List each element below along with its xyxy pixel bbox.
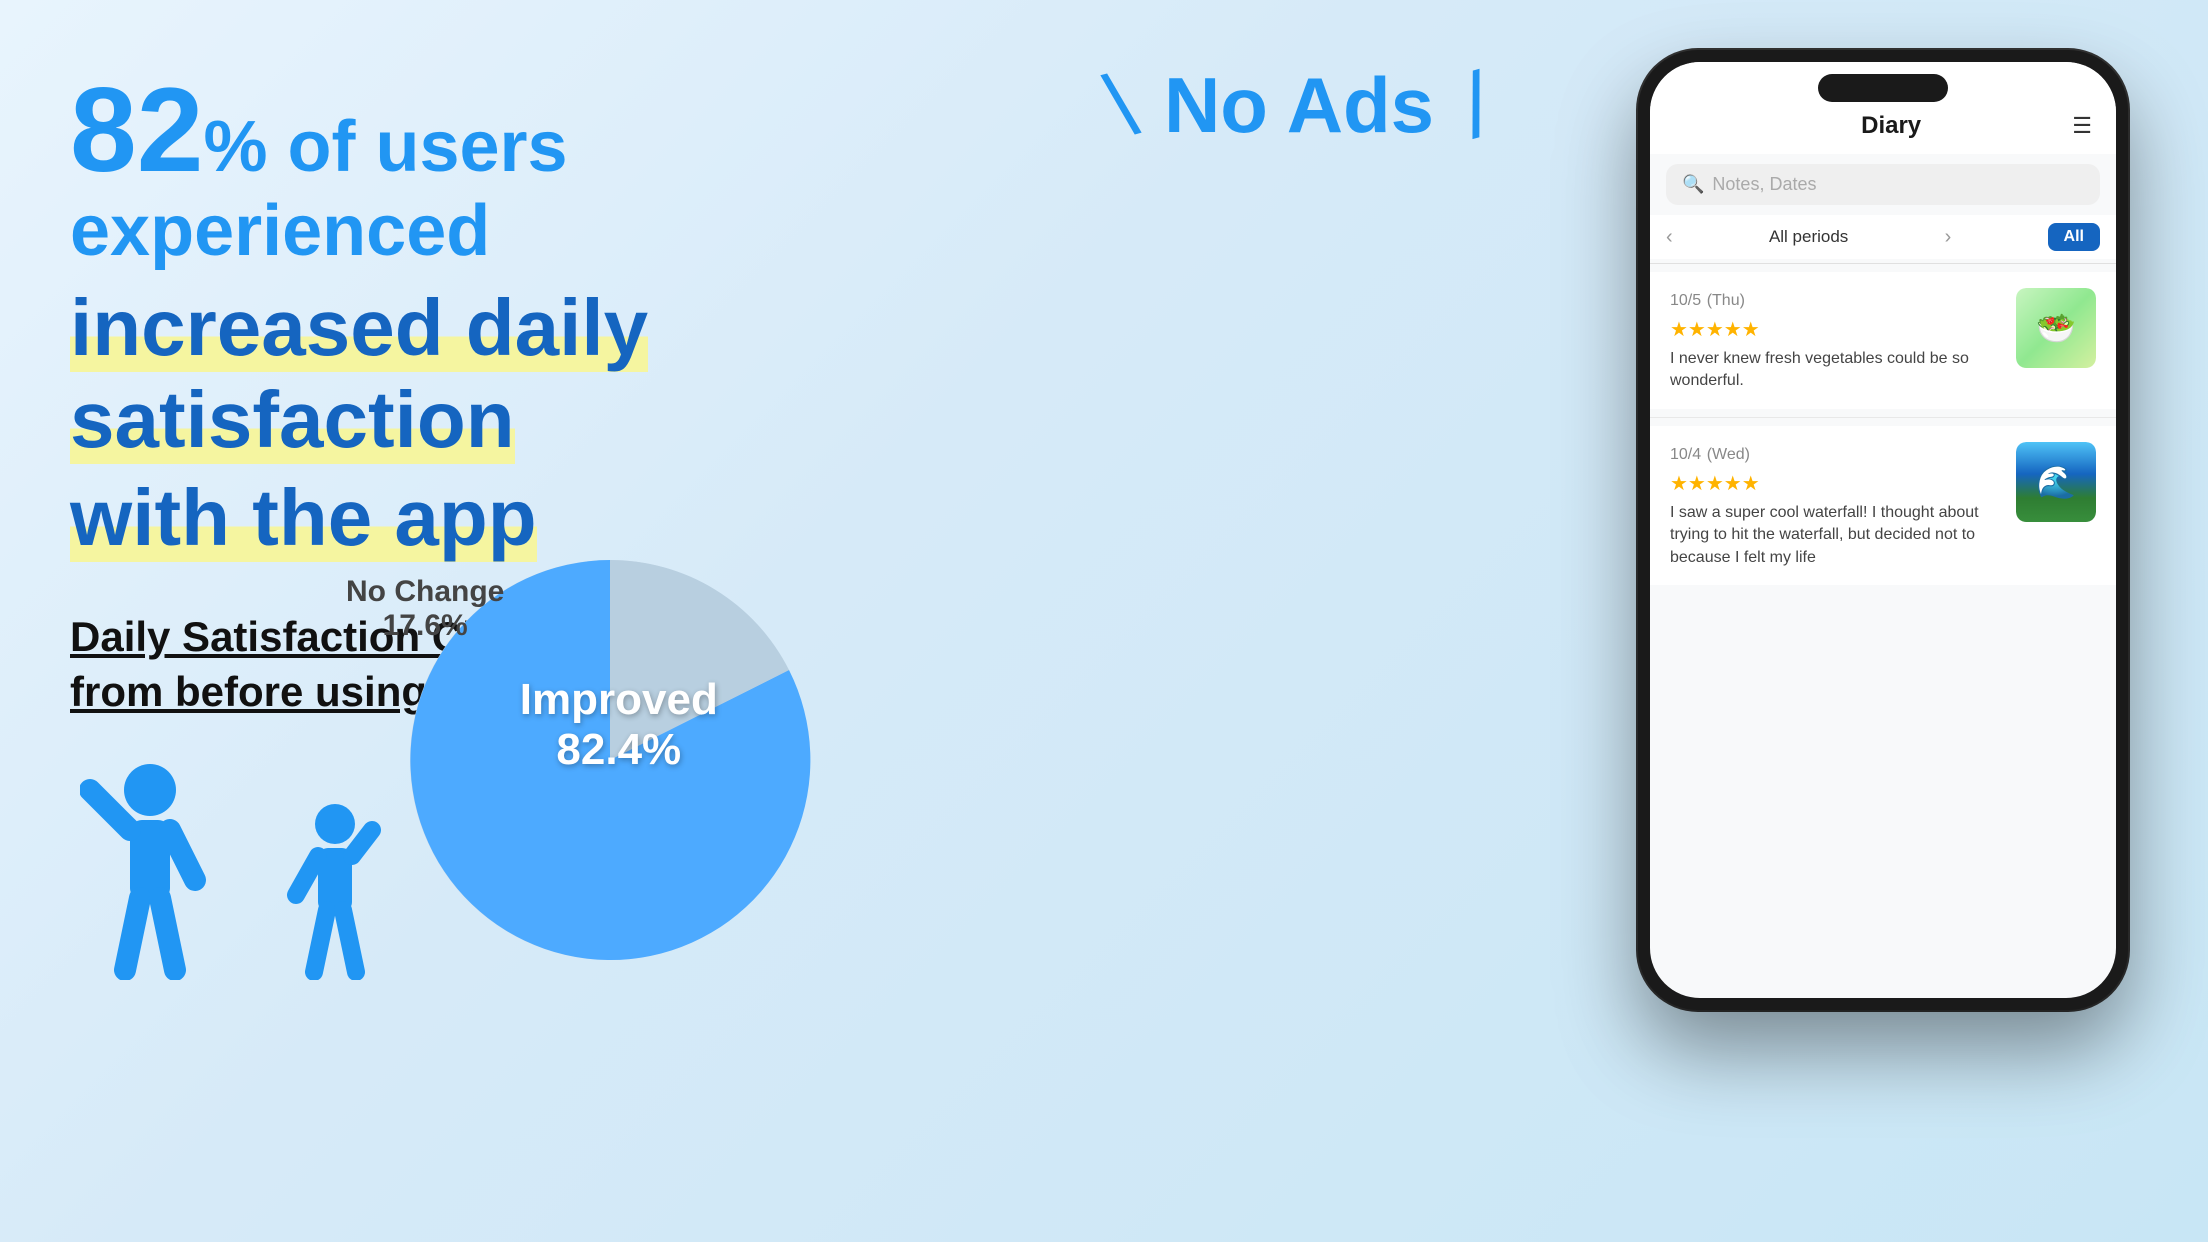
headline-line2: increased daily satisfaction	[70, 283, 648, 464]
phone-outer: Diary ☰ 🔍 Notes, Dates ‹ All periods › A…	[1638, 50, 2128, 1010]
entry-1-stars: ★★★★★	[1670, 317, 2002, 342]
all-period-btn[interactable]: All	[2048, 223, 2100, 251]
entry-1-image: 🥗	[2016, 288, 2096, 368]
period-nav: ‹ All periods › All	[1650, 215, 2116, 259]
no-ads-section: \ No Ads /	[980, 60, 1618, 151]
entry-2-text: I saw a super cool waterfall! I thought …	[1670, 502, 2002, 569]
search-icon: 🔍	[1682, 174, 1704, 195]
entry-1-content: 10/5 (Thu) ★★★★★ I never knew fresh vege…	[1670, 288, 2002, 393]
slash-left-icon: \	[1098, 59, 1145, 152]
headline-section: 82% of users experienced increased daily…	[70, 60, 940, 564]
no-change-pct: 17.6%	[346, 609, 504, 643]
entry-2-image: 🌊	[2016, 442, 2096, 522]
app-title: Diary	[1710, 112, 2072, 140]
waterfall-icon: 🌊	[2016, 442, 2096, 522]
headline-number: 82	[70, 63, 203, 197]
search-placeholder-text: Notes, Dates	[1712, 174, 1816, 195]
next-period-btn[interactable]: ›	[1945, 226, 1952, 249]
diary-entry-1: 10/5 (Thu) ★★★★★ I never knew fresh vege…	[1650, 272, 2116, 409]
entry-2-content: 10/4 (Wed) ★★★★★ I saw a super cool wate…	[1670, 442, 2002, 569]
no-change-label-container: No Change 17.6%	[346, 575, 504, 643]
headline-main: 82% of users experienced	[70, 70, 940, 272]
prev-period-btn[interactable]: ‹	[1666, 226, 1673, 249]
phone-screen: Diary ☰ 🔍 Notes, Dates ‹ All periods › A…	[1650, 62, 2116, 998]
period-label: All periods	[1769, 227, 1848, 247]
divider-1	[1650, 263, 2116, 264]
phone-mockup: Diary ☰ 🔍 Notes, Dates ‹ All periods › A…	[1638, 50, 2128, 1050]
pie-chart: Improved 82.4% No Change 17.6%	[390, 540, 830, 980]
phone-notch	[1818, 74, 1948, 102]
person-1-icon	[80, 760, 220, 980]
figures-area	[80, 760, 390, 980]
slash-right-icon: /	[1453, 59, 1500, 152]
entry-2-date: 10/4 (Wed)	[1670, 442, 2002, 465]
figure-1	[80, 760, 220, 980]
food-icon: 🥗	[2016, 288, 2096, 368]
entry-2-stars: ★★★★★	[1670, 471, 2002, 496]
improved-label-container: Improved 82.4%	[520, 675, 718, 775]
entry-1-date: 10/5 (Thu)	[1670, 288, 2002, 311]
person-2-icon	[280, 800, 390, 980]
entry-1-text: I never knew fresh vegetables could be s…	[1670, 348, 2002, 393]
search-bar[interactable]: 🔍 Notes, Dates	[1666, 164, 2100, 205]
improved-pct: 82.4%	[520, 725, 718, 775]
pie-chart-area: Improved 82.4% No Change 17.6%	[390, 540, 950, 1060]
no-change-label: No Change	[346, 575, 504, 609]
divider-2	[1650, 417, 2116, 418]
menu-icon[interactable]: ☰	[2072, 113, 2092, 139]
diary-entries: 10/5 (Thu) ★★★★★ I never knew fresh vege…	[1650, 272, 2116, 585]
no-ads-label: No Ads	[1164, 60, 1434, 151]
diary-entry-2: 10/4 (Wed) ★★★★★ I saw a super cool wate…	[1650, 426, 2116, 585]
improved-label: Improved	[520, 675, 718, 725]
figure-2	[280, 800, 390, 980]
